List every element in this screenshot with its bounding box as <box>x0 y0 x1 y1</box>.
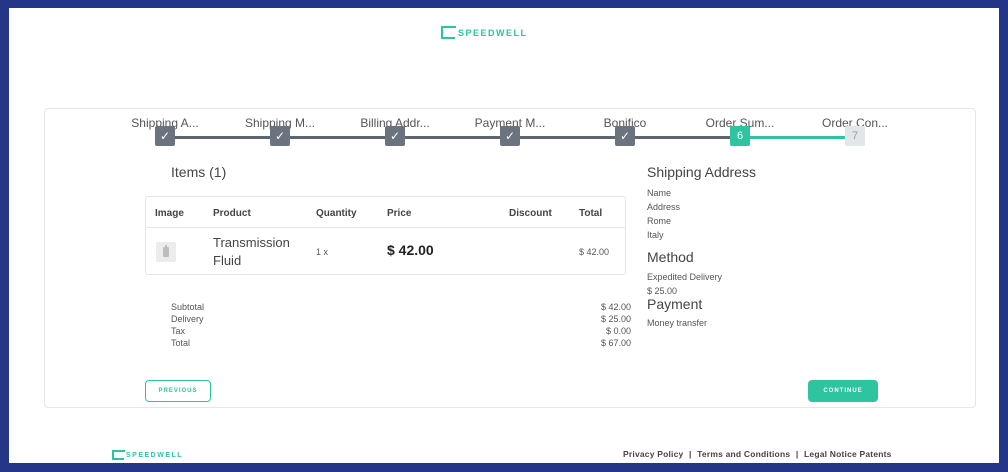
step-connector <box>395 136 510 139</box>
summary-row-total: Total $ 67.00 <box>171 338 631 350</box>
page-frame: SPEEDWELL Shipping A... ✓ Shipping M... … <box>9 8 999 463</box>
summary-row-tax: Tax $ 0.00 <box>171 326 631 338</box>
step-1-done[interactable]: ✓ <box>155 126 175 146</box>
footer-separator: | <box>795 449 799 459</box>
step-connector <box>280 136 395 139</box>
summary-label: Delivery <box>171 314 204 324</box>
step-connector <box>510 136 625 139</box>
summary-label: Tax <box>171 326 186 336</box>
column-header-product: Product <box>213 208 251 219</box>
continue-button[interactable]: CONTINUE <box>808 380 878 402</box>
terms-link[interactable]: Terms and Conditions <box>697 449 790 459</box>
logo-mark-icon <box>112 450 125 460</box>
step-2-done[interactable]: ✓ <box>270 126 290 146</box>
summary-label: Total <box>171 338 191 348</box>
footer-logo[interactable]: SPEEDWELL <box>112 450 183 460</box>
column-header-total: Total <box>579 208 603 219</box>
summary-label: Subtotal <box>171 302 205 312</box>
check-icon: ✓ <box>274 129 286 143</box>
product-quantity: 1 x <box>316 247 329 257</box>
bottle-icon <box>163 245 169 257</box>
address-line-address: Address <box>647 202 681 212</box>
summary-value: $ 67.00 <box>600 338 631 348</box>
summary-row-subtotal: Subtotal $ 42.00 <box>171 302 631 314</box>
address-line-city: Rome <box>647 216 672 226</box>
step-connector <box>625 136 740 139</box>
checkout-card: Shipping A... ✓ Shipping M... ✓ Billing … <box>44 108 976 408</box>
previous-button[interactable]: PREVIOUS <box>145 380 211 402</box>
footer-separator: | <box>689 449 692 459</box>
step-connector-active <box>740 136 855 139</box>
table-divider <box>146 227 625 228</box>
legal-notice-link[interactable]: Legal Notice Patents <box>804 449 892 459</box>
summary-value: $ 0.00 <box>605 326 631 336</box>
summary-value: $ 25.00 <box>600 314 631 324</box>
step-connector <box>165 136 280 139</box>
step-3-done[interactable]: ✓ <box>385 126 405 146</box>
summary-row-delivery: Delivery $ 25.00 <box>171 314 631 326</box>
shipping-address-title: Shipping Address <box>647 164 756 180</box>
column-header-image: Image <box>155 208 184 219</box>
step-7-pending: 7 <box>845 126 865 146</box>
product-thumbnail <box>156 242 176 262</box>
logo-mark-icon <box>441 26 456 39</box>
check-icon: ✓ <box>619 129 631 143</box>
product-total: $ 42.00 <box>579 247 610 257</box>
payment-name: Money transfer <box>647 318 708 328</box>
step-4-done[interactable]: ✓ <box>500 126 520 146</box>
check-icon: ✓ <box>159 129 171 143</box>
brand-name: SPEEDWELL <box>458 27 528 38</box>
product-name: Transmission Fluid <box>213 235 290 268</box>
order-summary: Subtotal $ 42.00 Delivery $ 25.00 Tax $ … <box>171 302 631 350</box>
summary-value: $ 42.00 <box>600 302 631 312</box>
method-name: Expedited Delivery <box>647 272 723 282</box>
footer-brand-name: SPEEDWELL <box>126 451 184 459</box>
step-6-active: 6 <box>730 126 750 146</box>
address-line-country: Italy <box>647 230 664 240</box>
column-header-price: Price <box>387 208 412 219</box>
address-line-name: Name <box>647 188 672 198</box>
check-icon: ✓ <box>504 129 516 143</box>
column-header-discount: Discount <box>509 208 552 219</box>
column-header-quantity: Quantity <box>316 208 357 219</box>
step-5-done[interactable]: ✓ <box>615 126 635 146</box>
brand-logo[interactable]: SPEEDWELL <box>441 26 528 39</box>
items-table: Image Product Quantity Price Discount To… <box>145 196 626 275</box>
payment-title: Payment <box>647 296 703 312</box>
check-icon: ✓ <box>389 129 401 143</box>
items-title: Items (1) <box>171 164 227 180</box>
privacy-policy-link[interactable]: Privacy Policy <box>623 449 683 459</box>
footer-links: Privacy Policy | Terms and Conditions | … <box>623 449 892 459</box>
order-details-panel: Shipping Address Name Address Rome Italy… <box>647 164 756 330</box>
product-price: $ 42.00 <box>387 242 434 258</box>
method-title: Method <box>647 249 694 265</box>
